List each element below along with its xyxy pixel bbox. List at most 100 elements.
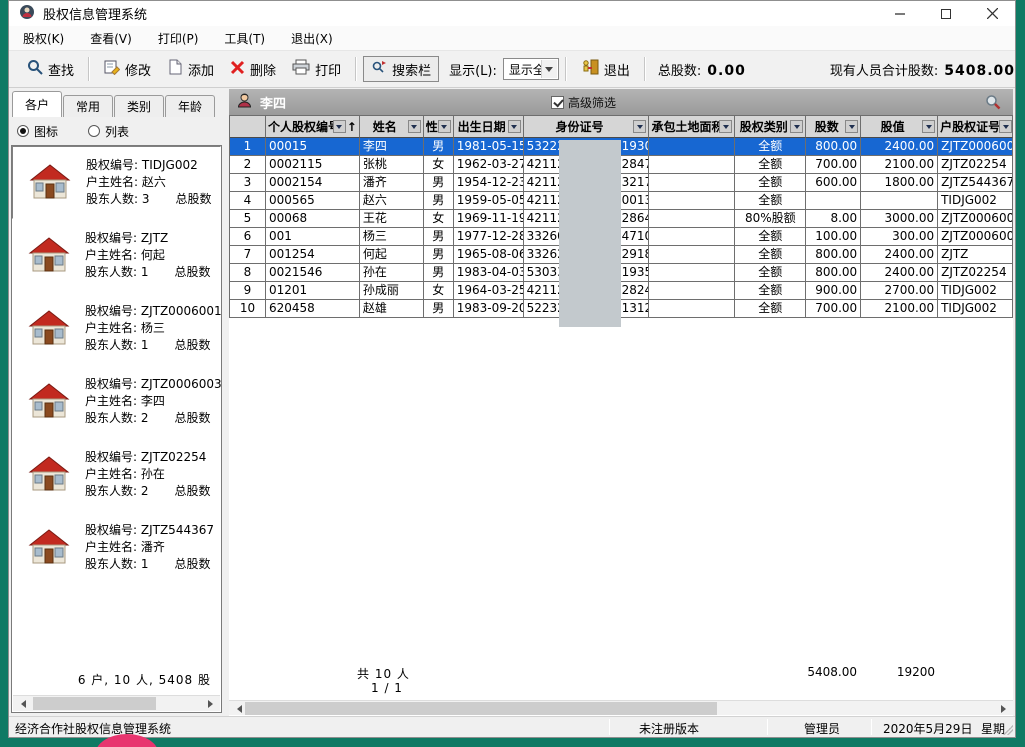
radio-list-view[interactable]: 列表 — [88, 123, 129, 140]
filter-icon[interactable] — [333, 120, 346, 133]
household-item[interactable]: 股权编号: TIDJG002 户主姓名: 赵六 股东人数: 3总股数 — [12, 146, 221, 219]
scroll-right-icon[interactable] — [997, 701, 1013, 716]
table-horizontal-scrollbar[interactable] — [229, 700, 1013, 715]
col-header-name[interactable]: 姓名 — [360, 116, 424, 138]
menu-view[interactable]: 查看(V) — [90, 30, 132, 47]
table-row[interactable]: 3 0002154 潘齐 男 1954-12-23 421123217 全额 6… — [230, 174, 1013, 192]
filter-icon[interactable] — [790, 120, 803, 133]
household-count: 1 — [141, 265, 149, 279]
col-header-code[interactable]: 个人股权编号↑ — [266, 116, 360, 138]
table-header-row: 个人股权编号↑ 姓名 性别 出生日期 身份证号 承包土地面积 股权类别 股数 股… — [230, 115, 1013, 138]
household-count: 1 — [141, 557, 149, 571]
col-header-cert[interactable]: 户股权证号 — [938, 116, 1013, 138]
col-header-id[interactable]: 身份证号 — [524, 116, 650, 138]
table-row[interactable]: 5 00068 王花 女 1969-11-19 421122864 80%股额 … — [230, 210, 1013, 228]
cell-type: 全额 — [735, 264, 806, 282]
resize-grip[interactable] — [1003, 725, 1013, 735]
exit-button[interactable]: 退出 — [581, 59, 630, 79]
col-header-sex[interactable]: 性别 — [424, 116, 454, 138]
filter-icon[interactable] — [922, 120, 935, 133]
table-row[interactable]: 1 00015 李四 男 1981-05-15 532221930 全额 800… — [230, 138, 1013, 156]
cell-birth: 1959-05-05 — [454, 192, 524, 210]
household-code: ZJTZ0006001 — [141, 304, 221, 318]
filter-icon[interactable] — [845, 120, 858, 133]
table-row[interactable]: 6 001 杨三 男 1977-12-28 332604710 全额 100.0… — [230, 228, 1013, 246]
cell-land — [649, 174, 735, 192]
table-row[interactable]: 2 0002115 张桃 女 1962-03-27 421122847 全额 7… — [230, 156, 1013, 174]
menu-exit[interactable]: 退出(X) — [291, 30, 333, 47]
sidebar-horizontal-scrollbar[interactable] — [13, 695, 220, 711]
col-header-type[interactable]: 股权类别 — [735, 116, 806, 138]
filter-icon[interactable] — [719, 120, 732, 133]
col-header-birth[interactable]: 出生日期 — [454, 116, 524, 138]
delete-button[interactable]: 删除 — [230, 60, 276, 79]
cell-type: 全额 — [735, 228, 806, 246]
col-header-value[interactable]: 股值 — [861, 116, 938, 138]
household-name: 杨三 — [141, 321, 165, 335]
table-row[interactable]: 8 0021546 孙在 男 1983-04-03 530331935 全额 8… — [230, 264, 1013, 282]
add-button[interactable]: 添加 — [167, 59, 214, 79]
household-item[interactable]: 股权编号: ZJTZ0006003 户主姓名: 李四 股东人数: 2总股数 — [12, 365, 221, 438]
minimize-button[interactable] — [877, 1, 923, 26]
scroll-left-icon[interactable] — [229, 701, 245, 716]
household-item[interactable]: 股权编号: ZJTZ0006001 户主姓名: 杨三 股东人数: 1总股数 — [12, 292, 221, 365]
maximize-button[interactable] — [923, 1, 969, 26]
display-select[interactable]: 显示全部 — [503, 58, 559, 80]
radio-icons-view[interactable]: 图标 — [17, 123, 58, 140]
cell-type: 全额 — [735, 192, 806, 210]
house-icon — [26, 525, 72, 570]
cell-value: 3000.00 — [861, 210, 938, 228]
table-row[interactable]: 9 01201 孙成丽 女 1964-03-25 421122824 全额 90… — [230, 282, 1013, 300]
cell-birth: 1983-04-03 — [454, 264, 524, 282]
filter-icon[interactable] — [438, 120, 451, 133]
close-button[interactable] — [969, 1, 1015, 26]
cell-sex: 男 — [424, 138, 454, 156]
household-item[interactable]: 股权编号: ZJTZ 户主姓名: 何起 股东人数: 1总股数 — [12, 219, 221, 292]
table-row[interactable]: 7 001254 何起 男 1965-08-06 332622918 全额 80… — [230, 246, 1013, 264]
filter-icon[interactable] — [633, 120, 646, 133]
tab-common[interactable]: 常用 — [63, 95, 113, 117]
filter-icon[interactable] — [508, 120, 521, 133]
household-list: 股权编号: TIDJG002 户主姓名: 赵六 股东人数: 3总股数 股权编号:… — [11, 145, 222, 713]
scroll-right-icon[interactable] — [204, 696, 220, 711]
household-item[interactable]: 股权编号: ZJTZ02254 户主姓名: 孙在 股东人数: 2总股数 — [12, 438, 221, 511]
cell-cert: ZJTZ544367 — [938, 174, 1013, 192]
exit-door-icon — [581, 59, 599, 79]
col-header-shares[interactable]: 股数 — [806, 116, 861, 138]
cell-cert: ZJTZ0006003 — [938, 138, 1013, 156]
tab-age[interactable]: 年龄 — [165, 95, 215, 117]
separator — [355, 57, 357, 81]
find-button[interactable]: 查找 — [27, 59, 74, 79]
print-button[interactable]: 打印 — [292, 59, 341, 79]
filter-icon[interactable] — [408, 120, 421, 133]
separator — [644, 57, 646, 81]
cell-value: 2700.00 — [861, 282, 938, 300]
tab-households[interactable]: 各户 — [12, 91, 62, 117]
scroll-left-icon[interactable] — [13, 696, 29, 711]
scrollbar-thumb[interactable] — [33, 697, 156, 710]
household-count: 2 — [141, 484, 149, 498]
cell-sex: 女 — [424, 156, 454, 174]
filter-icon[interactable] — [999, 120, 1012, 133]
advanced-filter-checkbox[interactable]: 高级筛选 — [551, 94, 616, 111]
privacy-redaction-box — [559, 140, 621, 327]
cell-land — [649, 264, 735, 282]
menu-tools[interactable]: 工具(T) — [224, 30, 265, 47]
menu-print[interactable]: 打印(P) — [158, 30, 199, 47]
edit-button[interactable]: 修改 — [104, 59, 151, 79]
col-header-land[interactable]: 承包土地面积 — [649, 116, 735, 138]
house-icon — [26, 233, 72, 278]
table-row[interactable]: 10 620458 赵雄 男 1983-09-20 522321312 全额 7… — [230, 300, 1013, 318]
table-row[interactable]: 4 000565 赵六 男 1959-05-05 421120013 全额 TI… — [230, 192, 1013, 210]
cell-rownum: 9 — [230, 282, 266, 300]
household-item[interactable]: 股权编号: ZJTZ544367 户主姓名: 潘齐 股东人数: 1总股数 — [12, 511, 221, 584]
app-window: 股权信息管理系统 股权(K) 查看(V) 打印(P) 工具(T) 退出(X) 查… — [8, 0, 1016, 738]
scrollbar-thumb[interactable] — [245, 702, 717, 715]
tab-category[interactable]: 类别 — [114, 95, 164, 117]
menu-equity[interactable]: 股权(K) — [23, 30, 64, 47]
magnifier-icon[interactable] — [985, 94, 1001, 113]
cell-value — [861, 192, 938, 210]
sidebar-summary: 6 户, 10 人, 5408 股 — [12, 671, 211, 688]
searchbar-toggle-button[interactable]: 搜索栏 — [363, 56, 439, 82]
household-count: 3 — [142, 192, 150, 206]
